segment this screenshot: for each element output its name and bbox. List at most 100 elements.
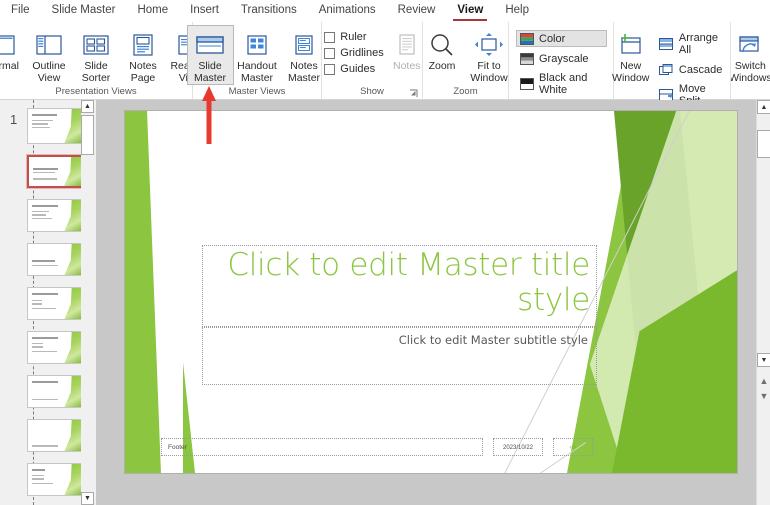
ribbon-group-color-grayscale: Color Grayscale bbox=[509, 22, 614, 99]
slide-master-icon bbox=[195, 30, 225, 60]
fit-to-window-label: Fit to Window bbox=[467, 60, 512, 84]
color-swatch-icon bbox=[519, 32, 534, 45]
tab-help[interactable]: Help bbox=[494, 0, 540, 22]
show-checkbox-list: Ruler Gridlines Guides bbox=[318, 25, 387, 75]
slide-master-button[interactable]: Slide Master bbox=[187, 25, 234, 85]
tab-transitions[interactable]: Transitions bbox=[230, 0, 308, 22]
new-window-button[interactable]: New Window bbox=[610, 25, 652, 85]
layout-panel-scroll-thumb[interactable] bbox=[81, 115, 94, 155]
group-label-show: Show bbox=[322, 85, 422, 99]
checkbox-gridlines[interactable]: Gridlines bbox=[324, 47, 383, 59]
layout-thumbnail-strip bbox=[27, 108, 87, 505]
blackwhite-swatch-icon bbox=[519, 78, 534, 91]
thumb-lines bbox=[33, 162, 61, 182]
tab-home[interactable]: Home bbox=[126, 0, 179, 22]
scroll-down-button[interactable]: ▼ bbox=[757, 353, 770, 367]
thumb-lines bbox=[32, 114, 62, 130]
outline-view-icon bbox=[36, 30, 62, 60]
slide-canvas[interactable]: Click to edit Master title style Click t… bbox=[125, 111, 737, 473]
group-label-zoom: Zoom bbox=[423, 85, 508, 99]
zoom-button-label: Zoom bbox=[428, 60, 457, 73]
tab-slide-master[interactable]: Slide Master bbox=[41, 0, 127, 22]
layout-thumbnail-title-and-content[interactable] bbox=[27, 199, 85, 232]
footer-placeholder-text: Footer bbox=[162, 439, 482, 451]
tab-file[interactable]: File bbox=[0, 0, 41, 22]
fit-to-window-button[interactable]: Fit to Window bbox=[466, 25, 513, 85]
checkbox-guides-label: Guides bbox=[340, 63, 375, 75]
layout-thumbnail-section-header[interactable] bbox=[27, 243, 85, 276]
layout-thumbnail-blank[interactable] bbox=[27, 419, 85, 452]
layout-panel-scroll-up-button[interactable]: ▲ bbox=[81, 100, 94, 113]
slide-number-placeholder[interactable]: ‹#› bbox=[553, 438, 593, 456]
arrange-all-button[interactable]: Arrange All bbox=[656, 30, 731, 58]
layout-thumbnail-title-only[interactable] bbox=[27, 375, 85, 408]
switch-windows-icon bbox=[736, 30, 764, 60]
master-title-placeholder[interactable]: Click to edit Master title style bbox=[202, 245, 597, 327]
footer-placeholder[interactable]: Footer bbox=[161, 438, 483, 456]
outline-view-button[interactable]: Outline View bbox=[26, 25, 73, 85]
layout-thumbnail-comparison[interactable] bbox=[27, 331, 85, 364]
thumb-lines bbox=[32, 381, 62, 402]
arrange-all-icon bbox=[659, 38, 674, 51]
color-mode-bw-label: Black and White bbox=[539, 72, 602, 96]
notes-page-button[interactable]: Notes Page bbox=[120, 25, 167, 85]
window-command-list: Arrange All Cascade bbox=[652, 25, 734, 109]
color-mode-color[interactable]: Color bbox=[516, 30, 607, 47]
handout-master-button[interactable]: Handout Master bbox=[234, 25, 281, 85]
previous-slide-button[interactable]: ▲ bbox=[758, 374, 770, 387]
ribbon-group-zoom: Zoom Fit to Window Zoom bbox=[423, 22, 509, 99]
cascade-button[interactable]: Cascade bbox=[656, 61, 731, 78]
slide-layout-panel[interactable]: 1 bbox=[0, 100, 96, 505]
notes-page-icon bbox=[130, 30, 156, 60]
powerpoint-window: File Slide Master Home Insert Transition… bbox=[0, 0, 770, 505]
grayscale-swatch-icon bbox=[519, 52, 534, 65]
ribbon-group-show: Ruler Gridlines Guides bbox=[322, 22, 423, 99]
checkbox-ruler-box[interactable] bbox=[324, 32, 335, 43]
new-window-icon bbox=[617, 30, 645, 60]
color-mode-grayscale[interactable]: Grayscale bbox=[516, 50, 607, 67]
ribbon-group-presentation-views: Normal Outline View bbox=[0, 22, 193, 99]
slide-edit-area: Click to edit Master title style Click t… bbox=[96, 100, 770, 505]
checkbox-ruler-label: Ruler bbox=[340, 31, 366, 43]
layout-thumbnail-content-with-caption[interactable] bbox=[27, 463, 85, 496]
slide-master-thumbnail[interactable] bbox=[27, 108, 85, 144]
next-slide-button[interactable]: ▼ bbox=[758, 389, 770, 402]
switch-windows-label: Switch Windows bbox=[731, 60, 770, 84]
checkbox-ruler[interactable]: Ruler bbox=[324, 31, 383, 43]
tab-animations[interactable]: Animations bbox=[308, 0, 387, 22]
normal-view-button[interactable]: Normal bbox=[0, 25, 26, 85]
layout-panel-scroll-down-button[interactable]: ▼ bbox=[81, 492, 94, 505]
switch-windows-button[interactable]: Switch Windows bbox=[731, 25, 770, 85]
tab-review[interactable]: Review bbox=[387, 0, 447, 22]
edit-area-vertical-scrollbar[interactable]: ▲ ▼ ▲ ▼ bbox=[756, 100, 770, 505]
checkbox-guides-box[interactable] bbox=[324, 64, 335, 75]
outline-view-label: Outline View bbox=[27, 60, 72, 84]
date-placeholder-text: 2023/10/22 bbox=[494, 439, 542, 451]
handout-master-label: Handout Master bbox=[235, 60, 280, 84]
color-mode-black-and-white[interactable]: Black and White bbox=[516, 70, 607, 98]
handout-master-icon bbox=[244, 30, 270, 60]
layout-thumbnail-title-slide[interactable] bbox=[27, 155, 85, 188]
layout-thumbnail-two-content[interactable] bbox=[27, 287, 85, 320]
tab-view[interactable]: View bbox=[446, 0, 494, 22]
scroll-up-button[interactable]: ▲ bbox=[757, 100, 770, 114]
layout-panel-scrollbar[interactable]: ▲ ▼ bbox=[81, 100, 94, 505]
zoom-button[interactable]: Zoom bbox=[419, 25, 466, 85]
thumb-lines bbox=[32, 445, 62, 449]
normal-view-label: Normal bbox=[0, 60, 20, 73]
slide-sorter-icon bbox=[83, 30, 109, 60]
normal-view-icon bbox=[0, 30, 15, 60]
tab-insert[interactable]: Insert bbox=[179, 0, 230, 22]
slide-master-label: Slide Master bbox=[188, 60, 233, 84]
notes-master-icon bbox=[291, 30, 317, 60]
scroll-thumb[interactable] bbox=[757, 130, 770, 158]
date-placeholder[interactable]: 2023/10/22 bbox=[493, 438, 543, 456]
master-slide-number: 1 bbox=[10, 112, 17, 127]
checkbox-gridlines-box[interactable] bbox=[324, 48, 335, 59]
slide-sorter-button[interactable]: Slide Sorter bbox=[73, 25, 120, 85]
checkbox-guides[interactable]: Guides bbox=[324, 63, 383, 75]
master-subtitle-placeholder[interactable]: Click to edit Master subtitle style bbox=[202, 327, 597, 385]
thumb-lines bbox=[32, 469, 62, 486]
show-dialog-launcher-icon[interactable] bbox=[409, 89, 418, 98]
ribbon-tab-bar: File Slide Master Home Insert Transition… bbox=[0, 0, 770, 22]
